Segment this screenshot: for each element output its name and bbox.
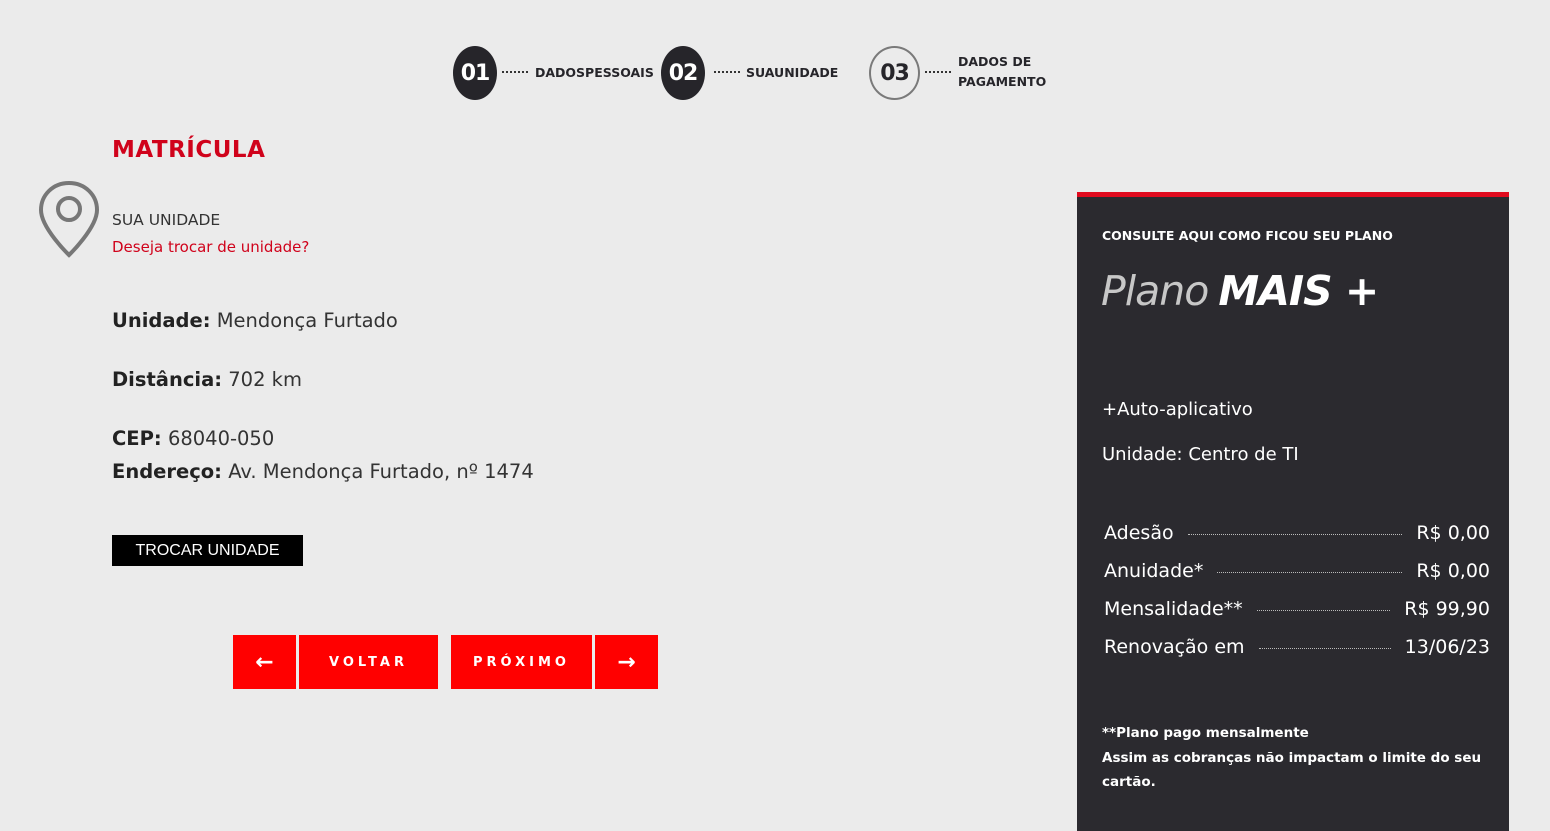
address-value: Av. Mendonça Furtado, nº 1474 <box>228 460 534 483</box>
unit-section-caption: SUA UNIDADE <box>112 211 221 229</box>
plan-name: Plano MAIS + <box>1101 267 1379 315</box>
plan-unit: Unidade: Centro de TI <box>1102 444 1299 465</box>
price-label: Anuidade* <box>1104 560 1204 582</box>
plan-summary-card: CONSULTE AQUI COMO FICOU SEU PLANO Plano… <box>1077 192 1509 831</box>
back-arrow-button[interactable]: ← <box>233 635 296 689</box>
next-arrow-button[interactable]: → <box>595 635 658 689</box>
plan-note-line2: Assim as cobranças não impactam o limite… <box>1102 749 1482 791</box>
step-3-label-line1: DADOS DE <box>958 54 1032 69</box>
arrow-left-icon: ← <box>255 649 274 675</box>
unit-info-row: Unidade: Mendonça Furtado <box>112 309 398 332</box>
price-row: Adesão R$ 0,00 <box>1104 522 1490 544</box>
price-leader <box>1256 610 1391 611</box>
step-3-circle: 03 <box>869 46 920 100</box>
plan-note-line1: **Plano pago mensalmente <box>1102 725 1309 741</box>
price-row: Mensalidade** R$ 99,90 <box>1104 598 1490 620</box>
cep-label: CEP: <box>112 427 162 450</box>
unit-value: Mendonça Furtado <box>216 309 398 332</box>
distance-info-row: Distância: 702 km <box>112 368 302 391</box>
cep-value: 68040-050 <box>167 427 275 450</box>
step-1-label: DADOSPESSOAIS <box>535 65 654 80</box>
distance-label: Distância: <box>112 368 223 391</box>
plan-feature: +Auto-aplicativo <box>1102 399 1253 420</box>
arrow-right-icon: → <box>617 649 636 675</box>
price-row: Anuidade* R$ 0,00 <box>1104 560 1490 582</box>
unit-label: Unidade: <box>112 309 211 332</box>
plan-name-tier: MAIS + <box>1218 267 1379 315</box>
price-value: R$ 0,00 <box>1416 522 1490 544</box>
price-leader <box>1258 648 1391 649</box>
step-2-label: SUAUNIDADE <box>746 65 839 80</box>
next-button[interactable]: PRÓXIMO <box>451 635 592 689</box>
price-label: Renovação em <box>1104 636 1245 658</box>
price-label: Adesão <box>1104 522 1174 544</box>
price-leader <box>1217 572 1403 573</box>
address-label: Endereço: <box>112 460 222 483</box>
step-connector <box>502 71 528 74</box>
plan-note: **Plano pago mensalmente Assim as cobran… <box>1102 721 1482 795</box>
distance-value: 702 km <box>228 368 302 391</box>
page-title: MATRÍCULA <box>112 137 266 163</box>
plan-name-prefix: Plano <box>1101 267 1209 315</box>
swap-unit-button[interactable]: TROCAR UNIDADE <box>112 535 303 566</box>
price-label: Mensalidade** <box>1104 598 1243 620</box>
price-row: Renovação em 13/06/23 <box>1104 636 1490 658</box>
address-info-row: Endereço: Av. Mendonça Furtado, nº 1474 <box>112 460 534 483</box>
price-leader <box>1187 534 1403 535</box>
step-connector <box>925 71 951 74</box>
change-unit-link[interactable]: Deseja trocar de unidade? <box>112 238 309 256</box>
price-value: 13/06/23 <box>1404 636 1490 658</box>
price-value: R$ 0,00 <box>1416 560 1490 582</box>
step-connector <box>714 71 740 74</box>
step-3-label: DADOS DE PAGAMENTO <box>958 52 1046 92</box>
step-3-label-line2: PAGAMENTO <box>958 74 1047 89</box>
cep-info-row: CEP: 68040-050 <box>112 427 274 450</box>
step-1-circle: 01 <box>453 46 497 100</box>
plan-card-caption: CONSULTE AQUI COMO FICOU SEU PLANO <box>1102 228 1393 243</box>
price-value: R$ 99,90 <box>1404 598 1490 620</box>
step-2-circle: 02 <box>661 46 705 100</box>
location-pin-icon <box>38 180 100 258</box>
back-button[interactable]: VOLTAR <box>299 635 438 689</box>
